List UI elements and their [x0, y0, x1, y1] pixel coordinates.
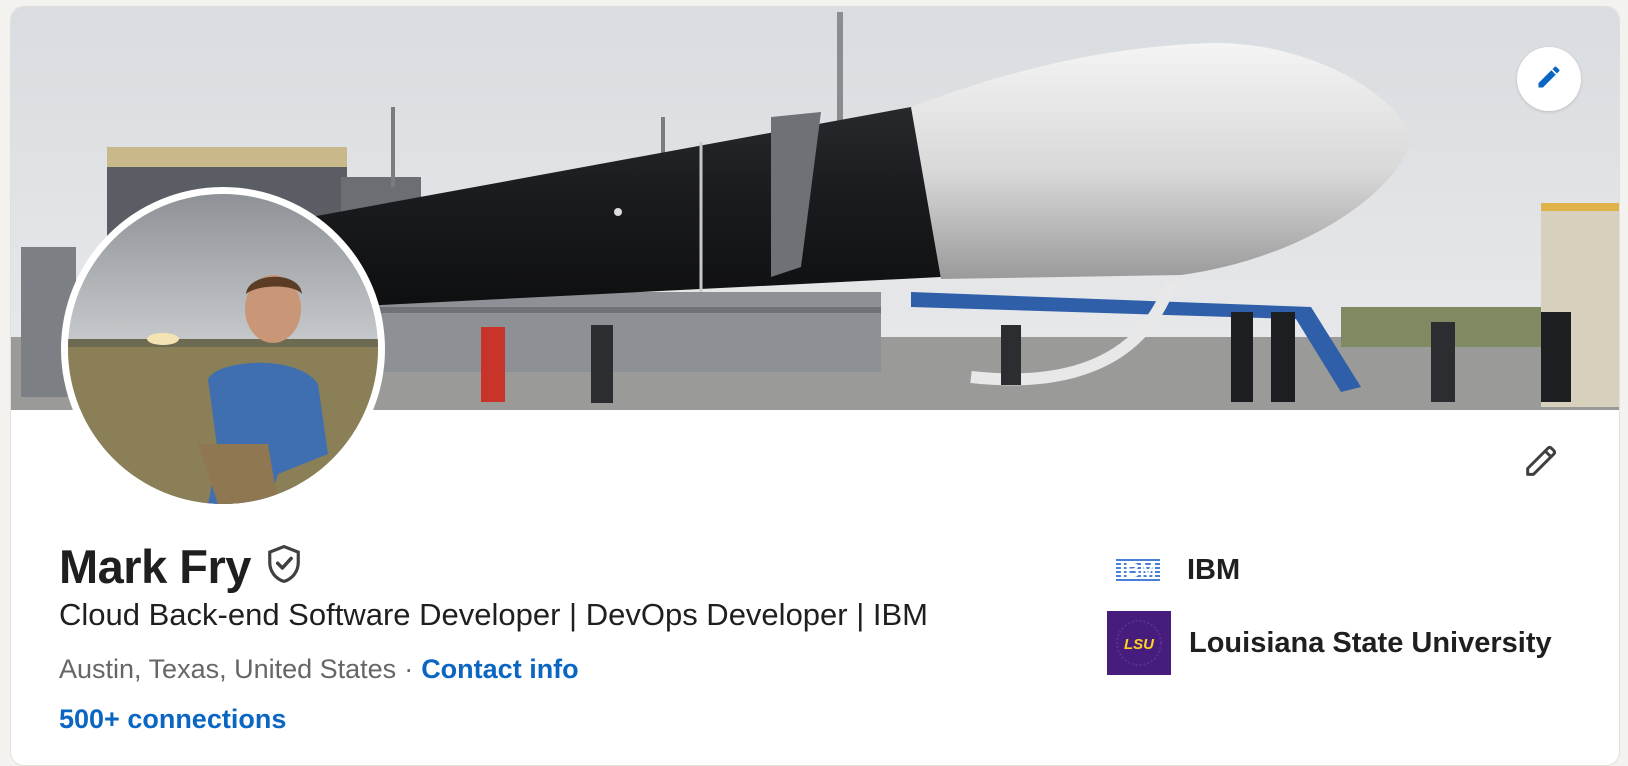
name-row: Mark Fry	[59, 539, 303, 594]
edit-intro-button[interactable]	[1515, 437, 1567, 489]
avatar	[68, 194, 378, 504]
location-row: Austin, Texas, United States · Contact i…	[59, 654, 579, 685]
pencil-icon	[1521, 441, 1561, 486]
ibm-logo-text: IBM	[1120, 560, 1157, 581]
profile-name: Mark Fry	[59, 540, 251, 593]
connections-link[interactable]: 500+ connections	[59, 704, 286, 735]
ibm-logo: IBM	[1107, 539, 1169, 601]
org-name: Louisiana State University	[1189, 626, 1552, 659]
org-item-ibm[interactable]: IBM IBM	[1107, 539, 1240, 601]
pencil-icon	[1535, 63, 1563, 96]
org-name: IBM	[1187, 553, 1241, 586]
contact-info-link[interactable]: Contact info	[421, 654, 578, 685]
profile-card: Mark Fry Cloud Back-end Software Develop…	[10, 6, 1620, 766]
profile-photo[interactable]	[61, 187, 385, 511]
profile-headline: Cloud Back-end Software Developer | DevO…	[59, 597, 928, 632]
lsu-logo-text: LSU	[1124, 636, 1155, 653]
shield-check-icon[interactable]	[265, 543, 303, 590]
lsu-logo: LSU	[1107, 611, 1171, 675]
edit-cover-button[interactable]	[1517, 47, 1581, 111]
separator-dot: ·	[404, 654, 414, 684]
org-item-lsu[interactable]: LSU Louisiana State University	[1107, 611, 1552, 675]
location-text: Austin, Texas, United States	[59, 654, 397, 684]
